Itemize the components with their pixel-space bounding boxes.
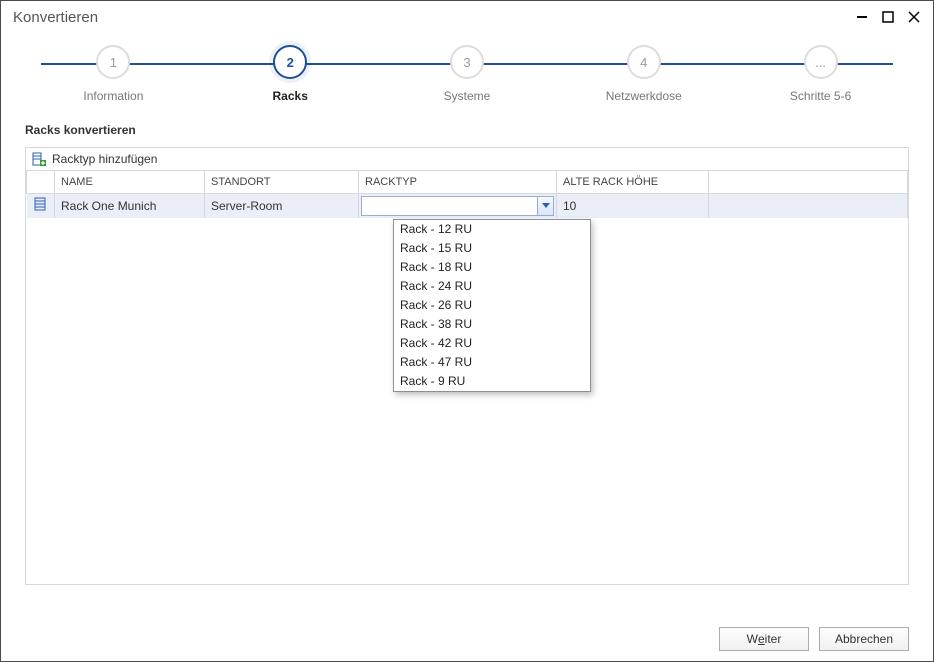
col-spacer	[709, 171, 908, 193]
cell-alte-hoehe[interactable]: 10	[557, 193, 709, 218]
grid-header-row: NAME STANDORT RACKTYP ALTE RACK HÖHE	[27, 171, 908, 193]
dialog-body: Racks konvertieren Racktyp hinzufügen	[1, 111, 933, 591]
cell-spacer	[709, 193, 908, 218]
next-label-post: iter	[765, 632, 782, 646]
convert-dialog: Konvertieren 1 Information 2 Racks 3 Sys…	[0, 0, 934, 662]
dialog-footer: Weiter Abbrechen	[719, 627, 909, 651]
dropdown-option[interactable]: Rack - 12 RU	[394, 220, 590, 239]
col-name[interactable]: NAME	[55, 171, 205, 193]
step-information[interactable]: 1 Information	[25, 45, 202, 103]
racktyp-dropdown[interactable]: Rack - 12 RU Rack - 15 RU Rack - 18 RU R…	[393, 219, 591, 392]
add-racktype-button[interactable]: Racktyp hinzufügen	[52, 152, 157, 166]
racktyp-combobox[interactable]	[361, 196, 554, 216]
close-button[interactable]	[907, 10, 921, 24]
col-standort[interactable]: STANDORT	[205, 171, 359, 193]
step-racks[interactable]: 2 Racks	[202, 45, 379, 103]
step-bubble: 2	[273, 45, 307, 79]
next-label-pre: W	[747, 632, 758, 646]
cell-racktyp[interactable]	[359, 193, 557, 218]
dropdown-option[interactable]: Rack - 9 RU	[394, 372, 590, 391]
add-racktype-icon	[32, 152, 46, 166]
step-label: Information	[83, 89, 143, 103]
cell-name[interactable]: Rack One Munich	[55, 193, 205, 218]
window-controls	[855, 10, 925, 24]
section-title: Racks konvertieren	[25, 117, 909, 147]
step-label: Schritte 5-6	[790, 89, 851, 103]
table-row[interactable]: Rack One Munich Server-Room 10	[27, 193, 908, 218]
step-netzwerkdose[interactable]: 4 Netzwerkdose	[555, 45, 732, 103]
racks-grid: NAME STANDORT RACKTYP ALTE RACK HÖHE Rac…	[25, 170, 909, 585]
chevron-down-icon	[542, 203, 550, 209]
rack-icon	[33, 197, 47, 211]
dropdown-option[interactable]: Rack - 15 RU	[394, 239, 590, 258]
grid-toolbar: Racktyp hinzufügen	[25, 147, 909, 170]
dropdown-button[interactable]	[537, 197, 553, 215]
maximize-button[interactable]	[881, 10, 895, 24]
step-bubble: 1	[96, 45, 130, 79]
step-bubble: ...	[804, 45, 838, 79]
row-icon-cell	[27, 193, 55, 218]
next-label-mnemonic: e	[758, 632, 765, 646]
dropdown-option[interactable]: Rack - 42 RU	[394, 334, 590, 353]
dropdown-option[interactable]: Rack - 38 RU	[394, 315, 590, 334]
dropdown-option[interactable]: Rack - 24 RU	[394, 277, 590, 296]
cancel-button[interactable]: Abbrechen	[819, 627, 909, 651]
titlebar: Konvertieren	[1, 1, 933, 33]
window-title: Konvertieren	[9, 9, 855, 26]
col-racktyp[interactable]: RACKTYP	[359, 171, 557, 193]
dropdown-option[interactable]: Rack - 18 RU	[394, 258, 590, 277]
step-bubble: 3	[450, 45, 484, 79]
dropdown-option[interactable]: Rack - 26 RU	[394, 296, 590, 315]
racktyp-value[interactable]	[362, 197, 537, 215]
next-button[interactable]: Weiter	[719, 627, 809, 651]
minimize-button[interactable]	[855, 10, 869, 24]
step-label: Racks	[273, 89, 308, 103]
dropdown-option[interactable]: Rack - 47 RU	[394, 353, 590, 372]
cell-standort[interactable]: Server-Room	[205, 193, 359, 218]
col-alte-hoehe[interactable]: ALTE RACK HÖHE	[557, 171, 709, 193]
step-label: Systeme	[444, 89, 491, 103]
step-more[interactable]: ... Schritte 5-6	[732, 45, 909, 103]
step-systeme[interactable]: 3 Systeme	[379, 45, 556, 103]
step-label: Netzwerkdose	[606, 89, 682, 103]
step-bubble: 4	[627, 45, 661, 79]
wizard-stepper: 1 Information 2 Racks 3 Systeme 4 Netzwe…	[1, 33, 933, 111]
col-icon	[27, 171, 55, 193]
